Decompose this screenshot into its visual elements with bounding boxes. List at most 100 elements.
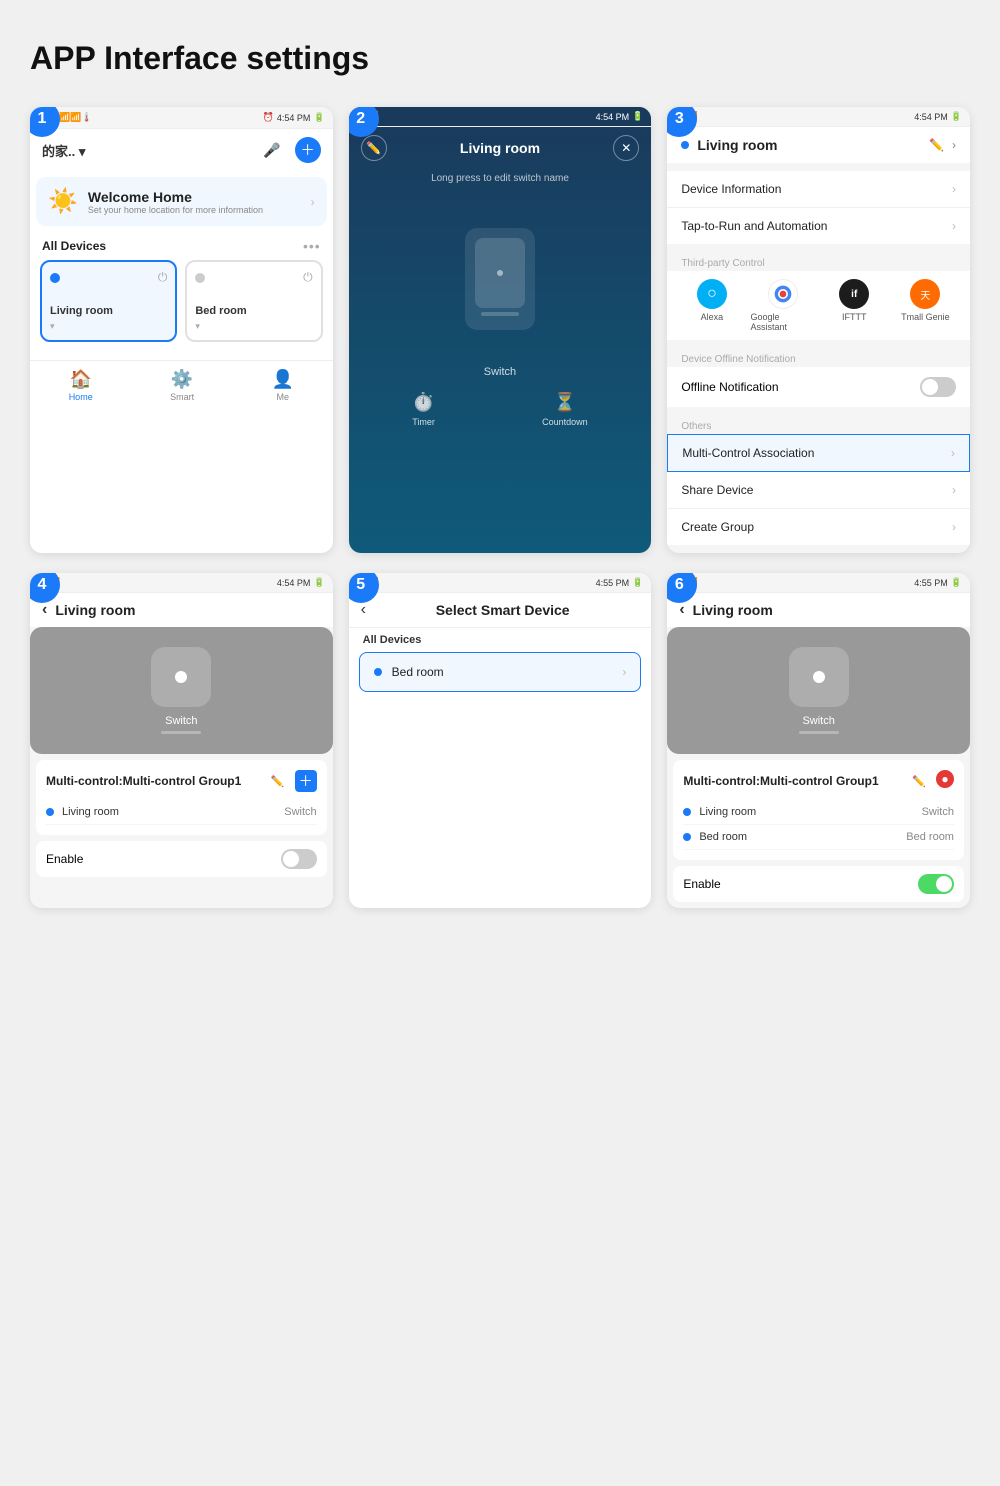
all-devices-header: All Devices ••• [30,232,333,260]
welcome-arrow-icon[interactable]: › [311,195,315,209]
device-card-top-1: ⏻ [50,270,167,285]
menu-tap-run-label: Tap-to-Run and Automation [681,219,827,233]
nav-home[interactable]: 🏠 Home [69,369,93,402]
control-device-4-0: Switch [284,806,316,818]
menu-multi-control[interactable]: Multi-Control Association › [667,434,970,472]
multi-control-title-4: Multi-control:Multi-control Group1 [46,774,241,788]
device-label-6: Switch [802,715,834,727]
menu-arrow-sd: › [952,483,956,497]
add-group-button-4[interactable]: ＋ [295,770,317,792]
offline-label: Device Offline Notification [667,348,970,367]
device-select-bedroom[interactable]: Bed room › [359,652,642,692]
edit-icon-3[interactable]: ✏️ [929,138,944,152]
back-arrow-6[interactable]: ‹ [679,601,684,619]
page-title: APP Interface settings [30,40,970,77]
home-name[interactable]: 的家.. ▾ [42,141,85,160]
status-time-1: 4:54 PM [277,113,311,123]
more-icon-3[interactable]: › [952,138,956,152]
add-device-icon[interactable]: ＋ [295,137,321,163]
power-icon-1[interactable]: ⏻ [158,270,168,285]
device-preview-4: Switch [30,627,333,754]
screen2-header: ✏️ Living room ✕ [349,127,652,169]
status-right-3: 4:54 PM 🔋 [914,111,962,122]
status-right-5: 4:55 PM 🔋 [596,577,644,588]
offline-toggle[interactable] [920,377,956,397]
device-preview-6: Switch [667,627,970,754]
multi-control-section-6: Multi-control:Multi-control Group1 ✏️ ● … [673,760,964,860]
nav-me[interactable]: 👤 Me [272,369,294,402]
menu-tap-run[interactable]: Tap-to-Run and Automation › [667,208,970,244]
enable-toggle-6[interactable] [918,874,954,894]
status-bar-3: 📶📶 4:54 PM 🔋 [667,107,970,127]
menu-create-group-label: Create Group [681,520,754,534]
menu-share-device[interactable]: Share Device › [667,472,970,509]
google-item[interactable]: Google Assistant [750,279,815,332]
screen6-header: ‹ Living room [667,593,970,627]
menu-arrow-2: › [952,219,956,233]
alexa-label: Alexa [701,312,724,322]
header-icons: 🎤 ＋ [259,137,321,163]
screen4-title: Living room [55,602,135,618]
tmall-item[interactable]: 天 Tmall Genie [893,279,958,332]
menu-arrow-1: › [952,182,956,196]
time-5: 4:55 PM [596,578,630,588]
control-room-6-1: Bed room [699,831,747,843]
edit-icon[interactable]: ✏️ [361,135,387,161]
edit-group-button-4[interactable]: ✏️ [267,770,289,792]
switch-label-2: Switch [349,366,652,382]
back-arrow-4[interactable]: ‹ [42,601,47,619]
delete-group-button-6[interactable]: ● [936,770,954,788]
multi-control-actions-6: ✏️ ● [908,770,954,792]
control-dot-6-0 [683,808,691,816]
menu-create-group[interactable]: Create Group › [667,509,970,545]
all-devices-label-5: All Devices [349,628,652,652]
power-icon-2[interactable]: ⏻ [303,270,313,285]
others-label: Others [667,415,970,434]
device-bar-6 [799,731,839,734]
control-item-6-0: Living room Switch [683,800,954,825]
welcome-title: Welcome Home [88,189,263,205]
select-bedroom-label: Bed room [392,665,444,679]
battery-6: 🔋 [951,577,962,588]
device-inner-dot-6 [813,671,825,683]
ifttt-label: IFTTT [842,312,867,322]
all-devices-title: All Devices [42,239,106,253]
device-square-4 [151,647,211,707]
screen3-device-icons: ✏️ › [929,138,956,152]
time-4: 4:54 PM [277,578,311,588]
mic-icon[interactable]: 🎤 [259,137,285,163]
screen2-title: Living room [387,140,614,156]
screen-6: 6 📶📶 4:55 PM 🔋 ‹ Living room Switch Mult… [667,573,970,908]
ifttt-item[interactable]: if IFTTT [822,279,887,332]
status-right-2: 4:54 PM 🔋 [596,111,644,122]
enable-toggle-4[interactable] [281,849,317,869]
welcome-text: Welcome Home Set your home location for … [88,189,263,215]
status-right-6: 4:55 PM 🔋 [914,577,962,588]
alexa-item[interactable]: ○ Alexa [679,279,744,332]
status-bar-4: 📶📶 4:54 PM 🔋 [30,573,333,593]
top-row: 1 的家 📶📶🌡️ ⏰ 4:54 PM 🔋 的家.. ▾ 🎤 ＋ ☀️ [30,107,970,553]
welcome-sub: Set your home location for more informat… [88,205,263,215]
more-options-icon[interactable]: ••• [303,238,321,254]
time-2: 4:54 PM [596,112,630,122]
devices-grid: ⏻ Living room ▾ ⏻ Bed room ▾ [30,260,333,352]
time-3: 4:54 PM [914,112,948,122]
countdown-action[interactable]: ⏳ Countdown [542,392,588,427]
menu-share-device-label: Share Device [681,483,753,497]
menu-device-info[interactable]: Device Information › [667,171,970,208]
screen1-header: 的家.. ▾ 🎤 ＋ [30,129,333,171]
google-label: Google Assistant [750,312,815,332]
timer-action[interactable]: ⏱️ Timer [412,392,435,427]
sun-icon: ☀️ [48,187,78,216]
menu-device-info-label: Device Information [681,182,781,196]
edit-group-button-6[interactable]: ✏️ [908,770,930,792]
device-card-living-room[interactable]: ⏻ Living room ▾ [40,260,177,342]
enable-label-4: Enable [46,852,83,866]
close-icon[interactable]: ✕ [613,135,639,161]
enable-label-6: Enable [683,877,720,891]
device-name-1: Living room [50,305,167,317]
nav-smart-label: Smart [170,392,194,402]
device-name-2: Bed room [195,305,312,317]
device-card-bedroom[interactable]: ⏻ Bed room ▾ [185,260,322,342]
nav-smart[interactable]: ⚙️ Smart [170,369,194,402]
